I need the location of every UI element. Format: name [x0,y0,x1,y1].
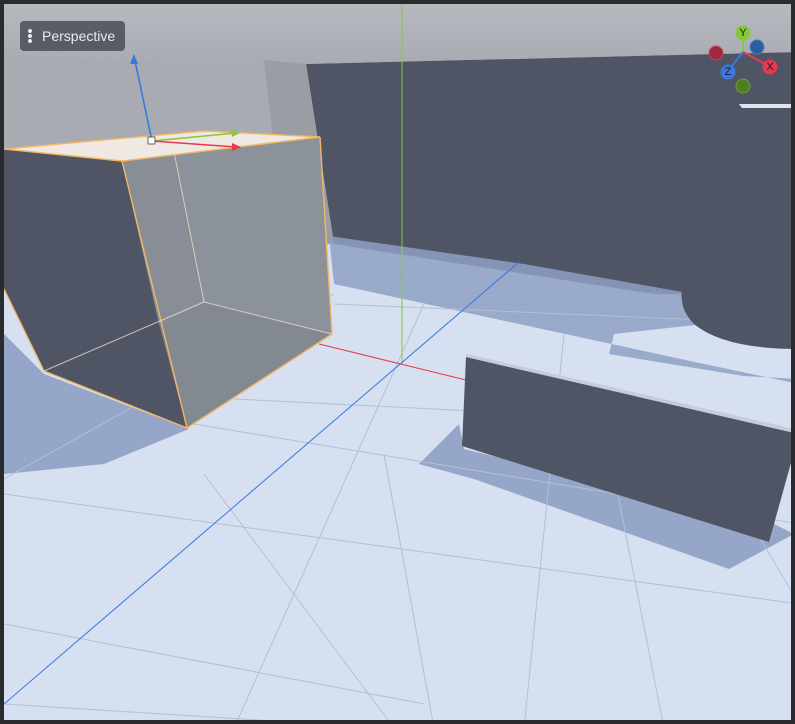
gizmo-z-label: Z [725,66,732,78]
orientation-gizmo[interactable]: Y X Z [704,24,784,99]
gizmo-z-handle[interactable]: Z [720,64,736,80]
gizmo-neg-y-handle[interactable] [735,78,751,94]
kebab-menu-icon [28,29,32,43]
scene-viewport[interactable]: Perspective Y X Z [0,0,795,724]
view-mode-label: Perspective [42,28,116,44]
gizmo-y-label: Y [739,27,747,39]
view-mode-menu-button[interactable]: Perspective [20,21,126,51]
gizmo-y-handle[interactable]: Y [735,25,751,41]
gizmo-neg-x-handle[interactable] [708,45,724,61]
gizmo-neg-z-handle[interactable] [749,39,765,55]
gizmo-x-label: X [766,61,774,73]
gizmo-x-handle[interactable]: X [762,59,778,75]
scene-canvas[interactable] [4,4,795,724]
